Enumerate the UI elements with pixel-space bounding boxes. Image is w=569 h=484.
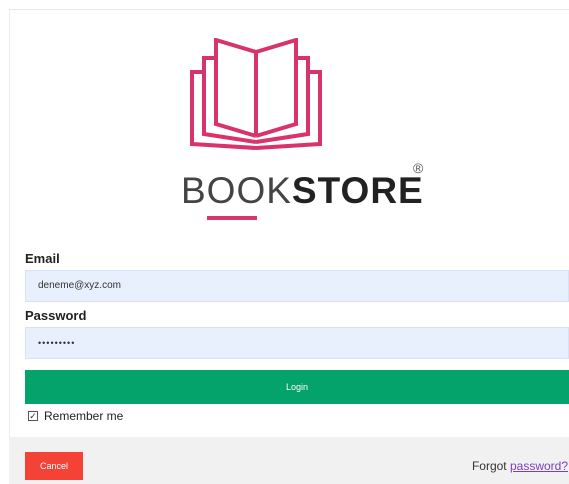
email-label: Email — [25, 251, 60, 266]
wordmark-underline — [207, 216, 257, 220]
forgot-password: Forgot password? — [472, 459, 568, 473]
login-button[interactable]: Login — [25, 370, 569, 404]
forgot-prefix: Forgot — [471, 459, 507, 473]
remember-me-label: Remember me — [44, 409, 124, 423]
checkbox-checked-icon[interactable]: ✓ — [28, 411, 38, 421]
email-field[interactable]: deneme@xyz.com — [25, 270, 569, 302]
password-field[interactable]: ••••••••• — [25, 327, 569, 359]
wordmark-book: BOOK — [181, 170, 292, 211]
cancel-button[interactable]: Cancel — [25, 452, 83, 480]
wordmark-store: STORE — [291, 170, 424, 211]
password-label: Password — [25, 308, 87, 323]
open-book-icon — [176, 37, 336, 150]
remember-me[interactable]: ✓ Remember me — [28, 409, 123, 423]
registered-mark: ® — [413, 160, 425, 176]
brand-wordmark: BOOKSTORE ® — [181, 160, 461, 216]
forgot-password-link[interactable]: password? — [510, 459, 568, 473]
